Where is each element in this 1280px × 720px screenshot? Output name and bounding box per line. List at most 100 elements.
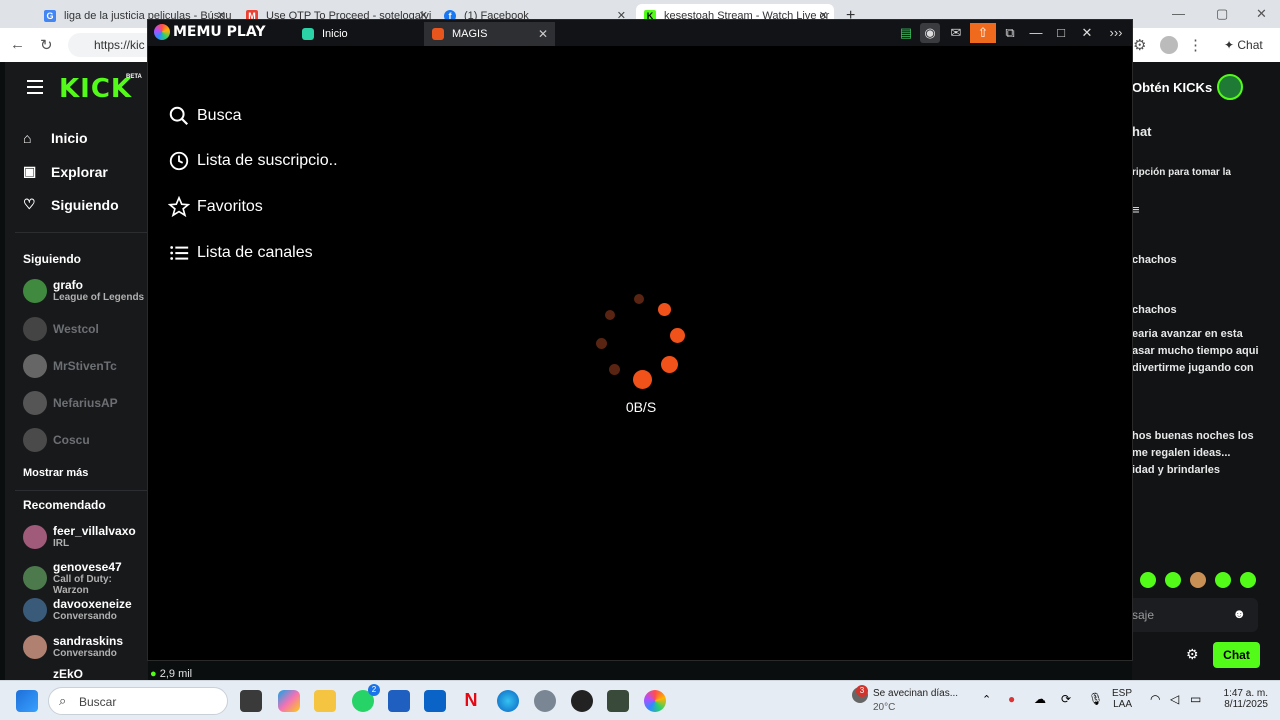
minimize-icon[interactable]: —	[1172, 6, 1185, 21]
menu-canales[interactable]: Lista de canales	[168, 242, 313, 264]
following-item[interactable]: Coscu	[23, 428, 90, 452]
kick-chat-panel: hat ripción para tomar la ≡ chachos chac…	[1132, 62, 1280, 680]
taskbar-search[interactable]: ⌕ Buscar	[48, 687, 228, 715]
recommended-item[interactable]: genovese47 Call of Duty: Warzon	[23, 560, 148, 596]
clock-time: 1:47 a. m.	[1223, 688, 1268, 699]
emote-icon[interactable]	[1165, 572, 1181, 588]
task-view-icon[interactable]	[240, 690, 262, 712]
mail-icon[interactable]: ✉	[946, 23, 966, 43]
menu-suscripciones[interactable]: Lista de suscripcio..	[168, 150, 338, 172]
windows-start-icon[interactable]	[16, 690, 38, 712]
pip-icon[interactable]: ⧉	[1000, 23, 1020, 43]
weather-text[interactable]: Se avecinan días...	[873, 688, 958, 699]
more-icon[interactable]: ›››	[1106, 23, 1126, 43]
microphone-icon[interactable]: 🎙	[1088, 692, 1103, 706]
nav-explorar[interactable]: ▣ Explorar	[23, 163, 108, 180]
chat-title: hat	[1132, 124, 1152, 139]
game-icon[interactable]	[607, 690, 629, 712]
avatar	[23, 354, 47, 378]
emote-icon[interactable]	[1140, 572, 1156, 588]
star-icon	[168, 196, 190, 218]
close-window-icon[interactable]: ✕	[1256, 6, 1267, 22]
wifi-icon[interactable]: ◠	[1150, 692, 1160, 706]
copilot-chat-button[interactable]: ✦ Chat	[1224, 38, 1263, 52]
chat-message-input[interactable]: saje ☻	[1132, 598, 1258, 632]
kick-logo[interactable]: KICK	[59, 74, 132, 104]
kick-sidebar: KICK BETA ⌂ Inicio ▣ Explorar ♡ Siguiend…	[5, 62, 153, 680]
weather-icon[interactable]: 3	[852, 685, 868, 703]
show-more-link[interactable]: Mostrar más	[23, 467, 88, 479]
file-explorer-icon[interactable]	[314, 690, 336, 712]
nav-siguiendo[interactable]: ♡ Siguiendo	[23, 196, 119, 213]
following-item[interactable]: MrStivenTc	[23, 354, 117, 378]
close-tab-icon[interactable]: ✕	[538, 27, 548, 41]
close-icon[interactable]: ✕	[1077, 23, 1097, 43]
profile-avatar[interactable]	[1160, 36, 1178, 54]
keyboard-layout: LAA	[1113, 699, 1133, 710]
viewer-count-value: 2,9 mil	[159, 668, 193, 680]
account-icon[interactable]: ◉	[920, 23, 940, 43]
settings-gear-icon[interactable]: ⚙	[1186, 646, 1199, 663]
following-item[interactable]: NefariusAP	[23, 391, 118, 415]
recommended-item[interactable]: feer_villalvaxo IRL	[23, 524, 136, 549]
list-icon	[170, 246, 189, 260]
tray-app-icon[interactable]: ●	[1008, 692, 1015, 706]
following-item[interactable]: grafo League of Legends	[23, 278, 144, 303]
language-indicator[interactable]: ESP LAA	[1112, 688, 1132, 710]
memu-tab-inicio[interactable]: Inicio	[294, 22, 414, 46]
reload-icon[interactable]: ↻	[40, 36, 53, 54]
chat-send-button[interactable]: Chat	[1213, 642, 1260, 668]
volume-icon[interactable]: ◁	[1170, 692, 1179, 706]
menu-busca[interactable]: Busca	[168, 105, 241, 127]
nav-inicio[interactable]: ⌂ Inicio	[23, 130, 88, 146]
minimize-icon[interactable]: —	[1026, 23, 1046, 43]
upload-icon[interactable]: ⇧	[970, 23, 996, 43]
outlook-icon[interactable]	[424, 690, 446, 712]
recommended-item[interactable]: davooxeneize Conversando	[23, 597, 132, 622]
edge-icon[interactable]	[497, 690, 519, 712]
avatar	[23, 566, 47, 590]
memu-tab-magis[interactable]: MAGIS ✕	[424, 22, 555, 46]
more-icon[interactable]: ⋮	[1188, 36, 1203, 54]
chat-line: chachos	[1132, 254, 1177, 266]
user-avatar[interactable]	[1217, 74, 1243, 100]
language-code: ESP	[1112, 688, 1133, 699]
recommended-item[interactable]: zEkO	[23, 668, 83, 680]
live-dot-icon: ●	[150, 668, 157, 680]
battery-icon[interactable]: ▭	[1190, 692, 1201, 706]
emoji-icon[interactable]: ☻	[1232, 606, 1246, 621]
cloud-icon[interactable]: ☁	[1034, 692, 1046, 706]
emote-icon[interactable]	[1240, 572, 1256, 588]
chat-line: asar mucho tiempo aqui	[1132, 345, 1259, 357]
chevron-up-icon[interactable]: ⌃	[982, 693, 991, 706]
menu-icon[interactable]	[27, 80, 43, 98]
maximize-icon[interactable]: ▢	[1216, 6, 1228, 22]
store-icon[interactable]	[388, 690, 410, 712]
menu-favoritos[interactable]: Favoritos	[168, 196, 263, 218]
emote-icon[interactable]	[1190, 572, 1206, 588]
extensions-icon[interactable]: ⚙	[1133, 36, 1146, 54]
copilot-icon[interactable]	[278, 690, 300, 712]
settings-icon[interactable]	[534, 690, 556, 712]
emote-icon[interactable]	[1215, 572, 1231, 588]
nav-label: Siguiendo	[51, 196, 119, 213]
clock[interactable]: 1:47 a. m. 8/11/2025	[1210, 688, 1268, 710]
channel-name: Coscu	[53, 433, 90, 447]
channel-name: grafo	[53, 278, 83, 292]
memu-taskbar-icon[interactable]	[644, 690, 666, 712]
keyboard-icon[interactable]: ▤	[896, 23, 916, 43]
chat-pinned-icon: ≡	[1132, 202, 1140, 217]
chat-line: me regalen ideas...	[1132, 447, 1231, 459]
get-kicks-button[interactable]: Obtén KICKs	[1132, 80, 1212, 95]
channel-name: NefariusAP	[53, 396, 118, 410]
channel-name: genovese47	[53, 560, 122, 574]
following-item[interactable]: Westcol	[23, 317, 99, 341]
whatsapp-icon[interactable]: 2	[352, 684, 380, 712]
netflix-icon[interactable]: N	[460, 690, 482, 712]
recommended-item[interactable]: sandraskins Conversando	[23, 634, 123, 659]
app-icon[interactable]	[571, 690, 593, 712]
taskbar: ⌕ Buscar 2 N 3 Se avecinan días... 20°C …	[0, 680, 1280, 720]
sync-icon[interactable]: ⟳	[1061, 692, 1071, 706]
back-icon[interactable]: ←	[10, 36, 25, 53]
maximize-icon[interactable]: □	[1051, 23, 1071, 43]
